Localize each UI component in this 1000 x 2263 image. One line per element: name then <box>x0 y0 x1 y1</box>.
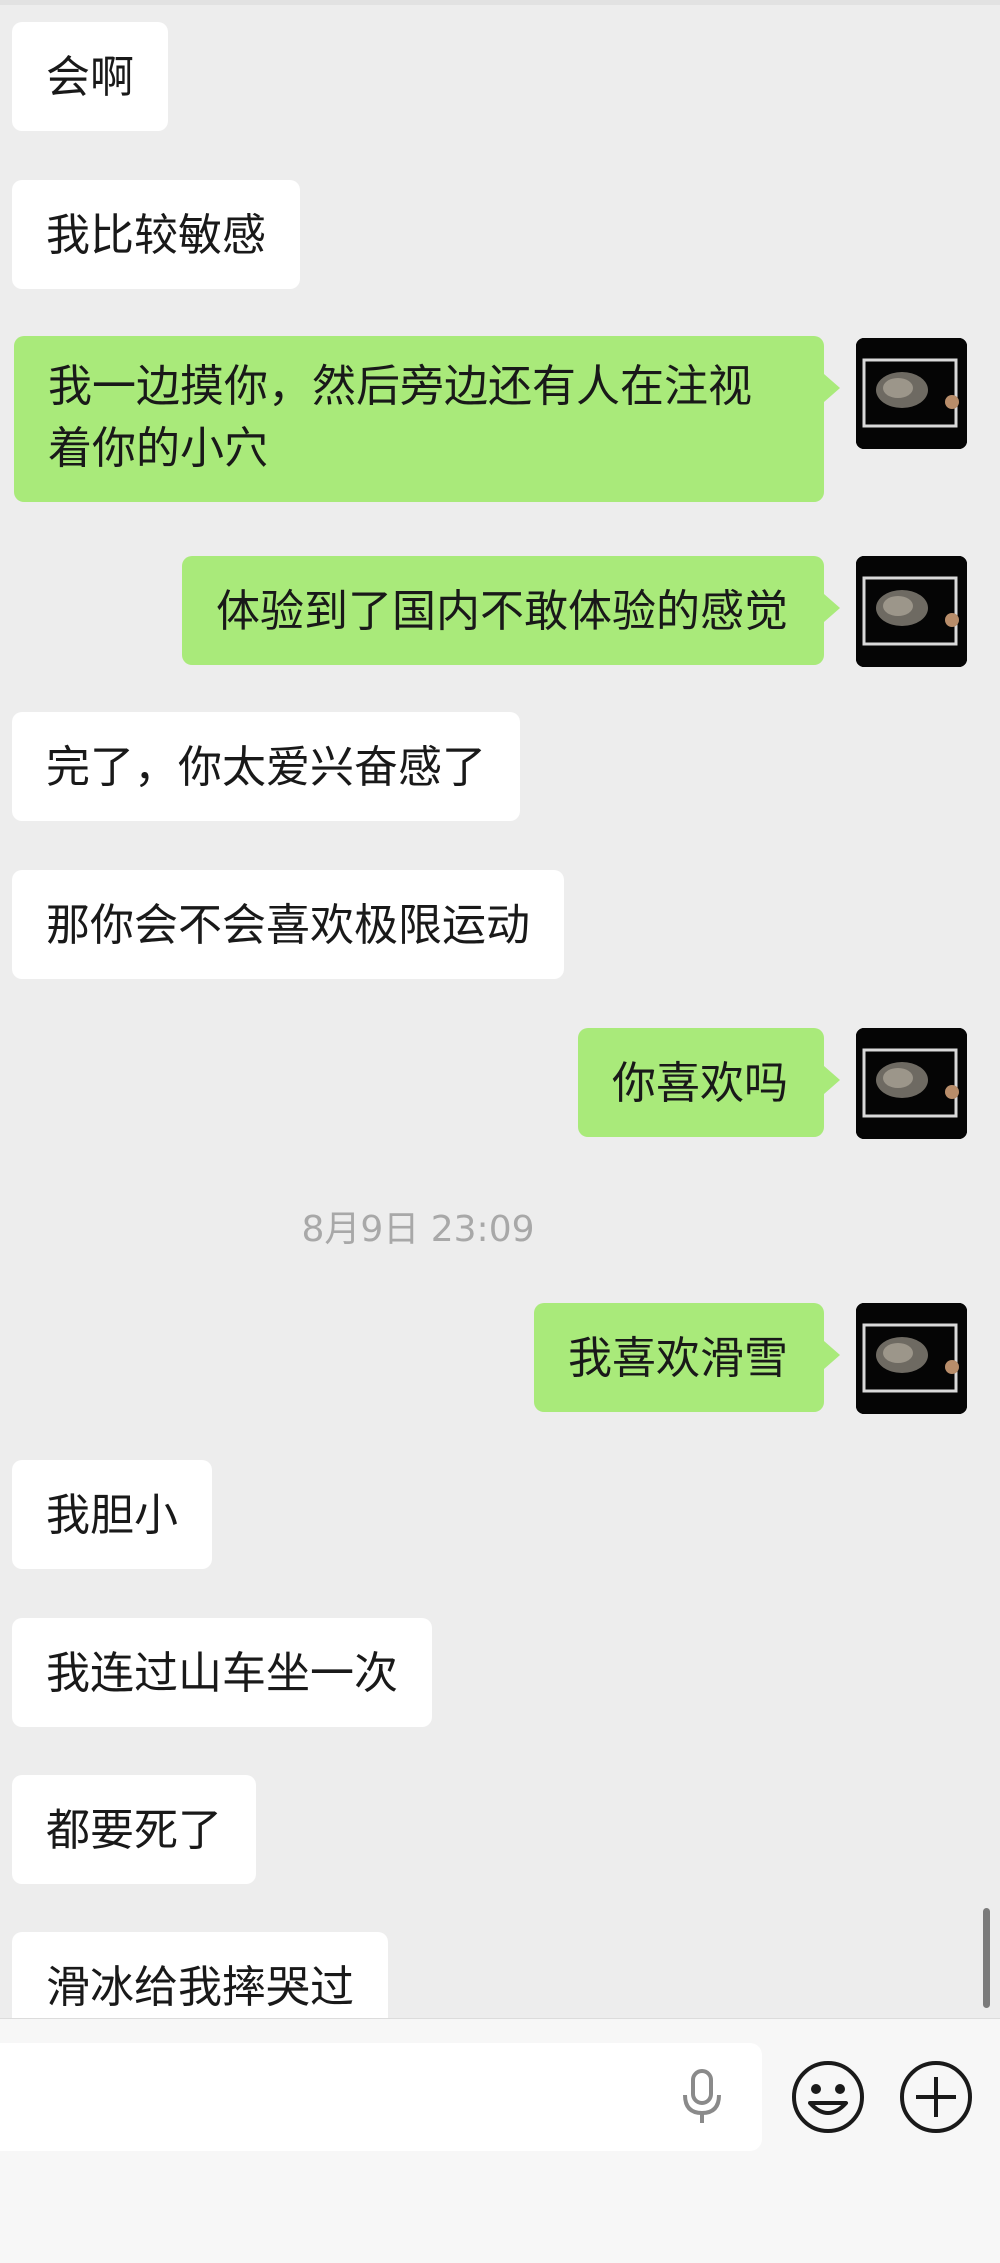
incoming-message[interactable]: 会啊 <box>12 22 168 131</box>
incoming-message[interactable]: 那你会不会喜欢极限运动 <box>12 870 564 979</box>
message-timestamp: 8月9日 23:09 <box>301 1209 535 1250</box>
incoming-message[interactable]: 我胆小 <box>12 1460 212 1569</box>
my-avatar[interactable] <box>856 556 967 667</box>
my-avatar[interactable] <box>856 1028 967 1139</box>
avatar-image <box>856 1028 967 1139</box>
incoming-message[interactable]: 我连过山车坐一次 <box>12 1618 432 1727</box>
chat-window: 会啊 我比较敏感 我一边摸你，然后旁边还有人在注视着你的小穴 体验到了国内不敢体… <box>0 0 1000 2263</box>
message-list[interactable]: 会啊 我比较敏感 我一边摸你，然后旁边还有人在注视着你的小穴 体验到了国内不敢体… <box>0 0 1000 2018</box>
incoming-message[interactable]: 完了，你太爱兴奋感了 <box>12 712 520 821</box>
avatar-image <box>856 338 967 449</box>
incoming-message[interactable]: 滑冰给我摔哭过 <box>12 1932 388 2018</box>
my-avatar[interactable] <box>856 1303 967 1414</box>
incoming-message[interactable]: 都要死了 <box>12 1775 256 1884</box>
outgoing-message[interactable]: 体验到了国内不敢体验的感觉 <box>182 556 840 665</box>
emoji-icon[interactable] <box>790 2059 866 2135</box>
my-avatar[interactable] <box>856 338 967 449</box>
message-input[interactable] <box>0 2043 762 2151</box>
input-bar <box>0 2018 1000 2263</box>
microphone-icon[interactable] <box>680 2069 724 2125</box>
avatar-image <box>856 1303 967 1414</box>
outgoing-message[interactable]: 你喜欢吗 <box>578 1028 840 1137</box>
avatar-image <box>856 556 967 667</box>
plus-icon[interactable] <box>898 2059 974 2135</box>
outgoing-message[interactable]: 我喜欢滑雪 <box>534 1303 840 1412</box>
scrollbar-thumb[interactable] <box>983 1908 990 2008</box>
outgoing-message[interactable]: 我一边摸你，然后旁边还有人在注视着你的小穴 <box>14 336 840 502</box>
incoming-message[interactable]: 我比较敏感 <box>12 180 300 289</box>
